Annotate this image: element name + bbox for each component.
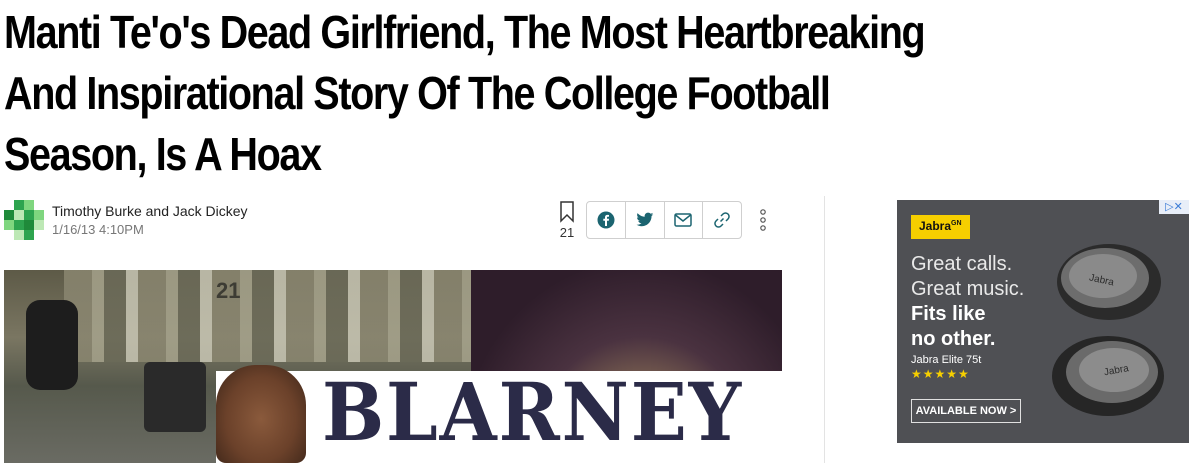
- ad-choices-icon[interactable]: ▷✕: [1159, 200, 1189, 214]
- ad-brand-logo: JabraGN: [911, 215, 970, 239]
- column-divider: [824, 196, 825, 463]
- ad-tagline: Great calls. Great music.: [911, 252, 1024, 302]
- ad-line-4: no other.: [911, 328, 996, 350]
- email-icon: [674, 213, 693, 227]
- earbud-top-image: Jabra: [1057, 244, 1161, 320]
- twitter-icon: [636, 212, 653, 227]
- publish-date: 1/16/13 4:10PM: [52, 222, 144, 237]
- bookmark-count: 21: [559, 225, 575, 240]
- blarney-text: BLARNEY: [322, 365, 744, 459]
- share-twitter-button[interactable]: [626, 202, 665, 238]
- facebook-icon: [597, 211, 615, 229]
- ad-line-2: Great music.: [911, 278, 1025, 300]
- ad-slogan: Fits like no other.: [911, 302, 995, 352]
- share-toolbar: [586, 201, 742, 239]
- jersey-number: 21: [216, 278, 241, 303]
- bookmark-icon: [560, 201, 574, 223]
- player-photo: [216, 365, 306, 463]
- share-email-button[interactable]: [665, 202, 704, 238]
- ad-brand-name: Jabra: [919, 219, 952, 233]
- ad-line-1: Great calls.: [911, 253, 1013, 275]
- copy-link-button[interactable]: [703, 202, 741, 238]
- ad-rating-stars: ★★★★★: [911, 367, 970, 381]
- advertisement[interactable]: ▷✕ JabraGN Great calls. Great music. Fit…: [897, 200, 1189, 443]
- fans-in-stands: [64, 270, 471, 362]
- link-icon: [714, 212, 730, 228]
- bookmark-button[interactable]: 21: [556, 201, 578, 243]
- share-facebook-button[interactable]: [587, 202, 626, 238]
- more-options-icon[interactable]: [757, 207, 769, 233]
- player-glove: [26, 300, 78, 390]
- author-avatar[interactable]: [4, 200, 44, 240]
- ad-cta-button[interactable]: AVAILABLE NOW >: [911, 399, 1021, 423]
- author-names[interactable]: Timothy Burke and Jack Dickey: [52, 203, 248, 219]
- ad-brand-sup: GN: [951, 220, 962, 227]
- ad-product-name: Jabra Elite 75t: [911, 354, 982, 366]
- hero-image[interactable]: 21 BLARNEY: [4, 270, 782, 463]
- camera-equipment: [144, 362, 206, 432]
- earbud-bottom-image: Jabra: [1052, 336, 1164, 416]
- article-headline: Manti Te'o's Dead Girlfriend, The Most H…: [4, 6, 926, 180]
- ad-line-3: Fits like: [911, 303, 986, 325]
